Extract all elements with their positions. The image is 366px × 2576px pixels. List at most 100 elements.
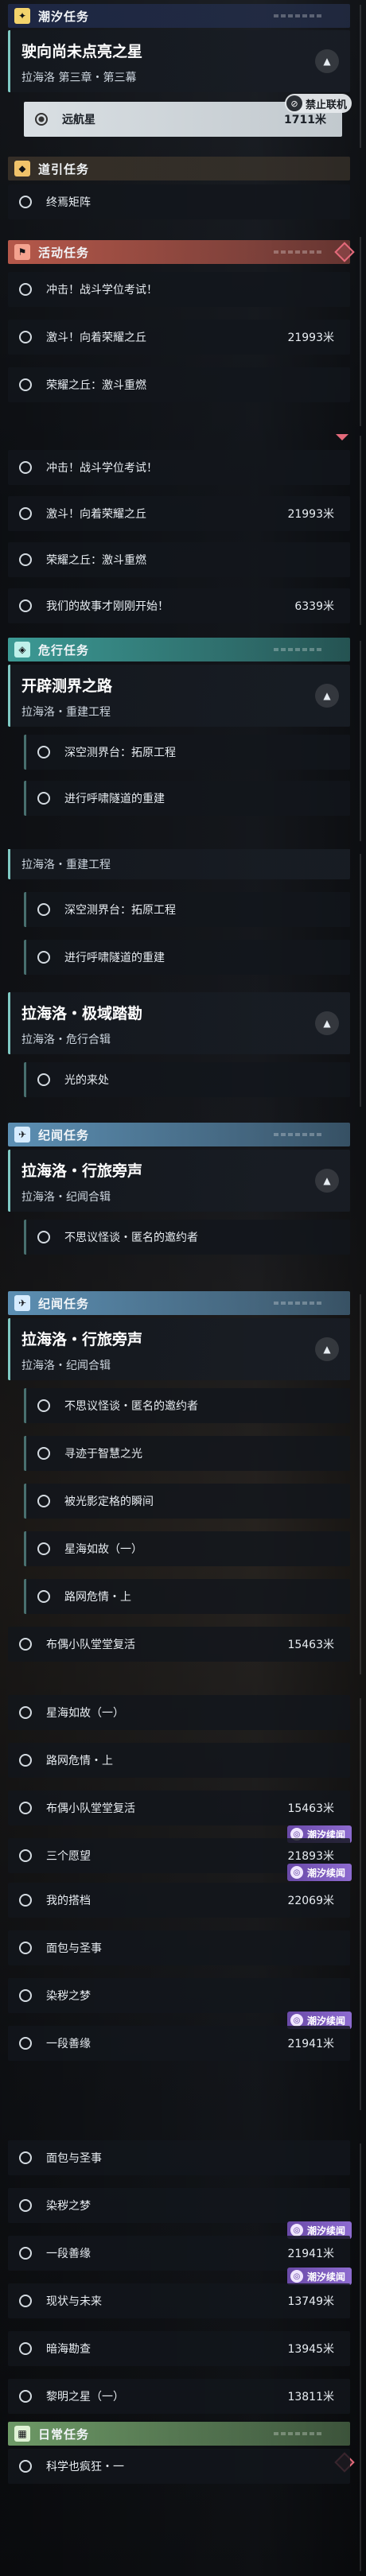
scrollbar[interactable] [360, 237, 361, 426]
quest-distance: 15463米 [287, 1802, 334, 1815]
quest-item[interactable]: 暗海勘查 13945米 [8, 2331, 350, 2366]
radio-icon [37, 1399, 50, 1412]
quest-item[interactable]: 布偶小队堂堂复活 15463米 [8, 1627, 350, 1662]
step-name: 深空测界台：拓原工程 [64, 904, 176, 917]
quest-item[interactable]: 终焉矩阵 [8, 184, 350, 219]
quest-item[interactable]: 黎明之星（一） 13811米 [8, 2379, 350, 2414]
quest-header[interactable]: 拉海洛・行旅旁声 拉海洛・纪闻合辑 ▲ [8, 1150, 350, 1212]
quest-item[interactable]: 一段善缘 21941米 [8, 2026, 350, 2061]
quest-item[interactable]: 冲击！战斗学位考试！ [8, 272, 350, 307]
quest-step[interactable]: 星海如故（一） [24, 1531, 350, 1566]
category-weixing[interactable]: ◈ 危行任务 [8, 638, 350, 661]
quest-name: 终焉矩阵 [46, 196, 91, 209]
radio-icon [19, 553, 32, 566]
collapse-button[interactable]: ▲ [315, 1337, 339, 1361]
radio-icon [37, 1231, 50, 1243]
collapse-button[interactable]: ▲ [315, 1169, 339, 1193]
quest-item[interactable]: 染秽之梦 [8, 2188, 350, 2223]
badge-label: 潮汐续闻 [306, 2225, 345, 2237]
tide-sequel-badge: ◎ 潮汐续闻 [286, 1864, 352, 1881]
quest-item[interactable]: 路网危情・上 [8, 1743, 350, 1778]
scrollbar[interactable] [360, 854, 361, 1107]
step-name: 被光影定格的瞬间 [64, 1496, 154, 1508]
tide-sequel-icon: ◎ [290, 2270, 303, 2283]
quest-step[interactable]: 深空测界台：拓原工程 [24, 892, 350, 927]
quest-list-screen-1: ✦ 潮汐任务 驶向尚未点亮之星 拉海洛 第三章・第三幕 ▲ 远航星 1711米 … [0, 0, 366, 153]
tide-sequel-icon: ◎ [290, 2224, 303, 2237]
quest-name: 染秽之梦 [46, 1990, 91, 2003]
decoration [274, 1133, 321, 1136]
quest-item[interactable]: 科学也疯狂・一 [8, 2449, 350, 2484]
quest-header[interactable]: 驶向尚未点亮之星 拉海洛 第三章・第三幕 ▲ [8, 30, 350, 92]
scrollbar[interactable] [360, 5, 361, 148]
step-name: 路网危情・上 [64, 1591, 131, 1604]
quest-item[interactable]: 我们的故事才刚刚开始！ 6339米 [8, 588, 350, 623]
step-distance: 1711米 [284, 114, 326, 126]
quest-step[interactable]: 进行呼啸隧道的重建 [24, 940, 350, 975]
quest-subtitle: 拉海洛・危行合辑 [21, 1034, 111, 1046]
category-daoyin[interactable]: ⬥ 道引任务 [8, 157, 350, 180]
radio-icon [19, 1849, 32, 1862]
decoration [274, 648, 321, 651]
radio-icon [37, 951, 50, 964]
collapse-button[interactable]: ▲ [315, 684, 339, 708]
badge-label: 潮汐续闻 [306, 2271, 345, 2283]
radio-icon [19, 2037, 32, 2050]
category-jiwen[interactable]: ✈ 纪闻任务 [8, 1123, 350, 1146]
collapse-button[interactable]: ▲ [315, 49, 339, 73]
step-name: 远航星 [62, 114, 95, 126]
quest-item[interactable]: 冲击！战斗学位考试！ [8, 450, 350, 485]
quest-name: 荣耀之丘：激斗重燃 [46, 554, 146, 567]
quest-header-partial[interactable]: 开辟测界之路 拉海洛・重建工程 [8, 849, 350, 879]
decoration [274, 250, 321, 254]
warning-arrow-icon [336, 434, 348, 440]
quest-step[interactable]: 光的来处 [24, 1062, 350, 1097]
quest-item[interactable]: 染秽之梦 [8, 1978, 350, 2013]
quest-item[interactable]: 布偶小队堂堂复活 15463米 [8, 1790, 350, 1825]
radio-icon [19, 2295, 32, 2307]
category-richang[interactable]: ▦ 日常任务 [8, 2422, 350, 2446]
quest-item[interactable]: 面包与圣事 [8, 1930, 350, 1965]
radio-icon [19, 1706, 32, 1719]
quest-item[interactable]: 现状与未来 13749米 [8, 2283, 350, 2318]
quest-step[interactable]: 深空测界台：拓原工程 [24, 735, 350, 770]
quest-header[interactable]: 拉海洛・极域踏勘 拉海洛・危行合辑 ▲ [8, 992, 350, 1054]
quest-header[interactable]: 拉海洛・行旅旁声 拉海洛・纪闻合辑 ▲ [8, 1318, 350, 1380]
quest-name: 激斗！向着荣耀之丘 [46, 332, 146, 344]
quest-item[interactable]: 一段善缘 21941米 [8, 2236, 350, 2271]
scrollbar[interactable] [360, 436, 361, 625]
quest-list-screen-6: 开辟测界之路 拉海洛・重建工程 深空测界台：拓原工程 进行呼啸隧道的重建 拉海洛… [0, 849, 366, 1111]
quest-item[interactable]: 星海如故（一） [8, 1695, 350, 1730]
quest-step[interactable]: 不思议怪谈・匿名的邀约者 [24, 1388, 350, 1423]
quest-step[interactable]: 被光影定格的瞬间 [24, 1484, 350, 1519]
no-coop-label: 禁止联机 [305, 99, 347, 111]
expand-button[interactable]: ▲ [315, 1011, 339, 1035]
scrollbar[interactable] [360, 641, 361, 841]
quest-step[interactable]: 不思议怪谈・匿名的邀约者 [24, 1220, 350, 1255]
quest-header[interactable]: 开辟测界之路 拉海洛・重建工程 ▲ [8, 665, 350, 727]
chronicle-icon: ✈ [14, 1127, 30, 1143]
quest-item[interactable]: 荣耀之丘：激斗重燃 [8, 542, 350, 577]
scrollbar[interactable] [360, 1294, 361, 1674]
quest-name: 冲击！战斗学位考试！ [46, 284, 158, 297]
quest-step[interactable]: 寻迹于智慧之光 [24, 1436, 350, 1471]
quest-item[interactable]: 面包与圣事 [8, 2140, 350, 2175]
danger-icon: ◈ [14, 642, 30, 658]
quest-item[interactable]: 荣耀之丘：激斗重燃 [8, 367, 350, 402]
quest-step[interactable]: 进行呼啸隧道的重建 [24, 781, 350, 816]
radio-icon [37, 1447, 50, 1460]
quest-item[interactable]: 激斗！向着荣耀之丘 21993米 [8, 496, 350, 531]
radio-icon [37, 1495, 50, 1507]
quest-item[interactable]: 我的搭档 22069米 [8, 1883, 350, 1918]
radio-icon [37, 792, 50, 805]
category-huodong[interactable]: ⚑ 活动任务 [8, 240, 350, 264]
scrollbar[interactable] [360, 1698, 361, 2110]
category-chaoxi[interactable]: ✦ 潮汐任务 [8, 4, 350, 28]
category-jiwen[interactable]: ✈ 纪闻任务 [8, 1291, 350, 1315]
quest-distance: 13811米 [287, 2391, 334, 2403]
scrollbar[interactable] [360, 2143, 361, 2571]
quest-item[interactable]: 激斗！向着荣耀之丘 21993米 [8, 320, 350, 355]
quest-title: 拉海洛・极域踏勘 [21, 1005, 143, 1022]
quest-step[interactable]: 路网危情・上 [24, 1579, 350, 1614]
badge-label: 潮汐续闻 [306, 1867, 345, 1879]
